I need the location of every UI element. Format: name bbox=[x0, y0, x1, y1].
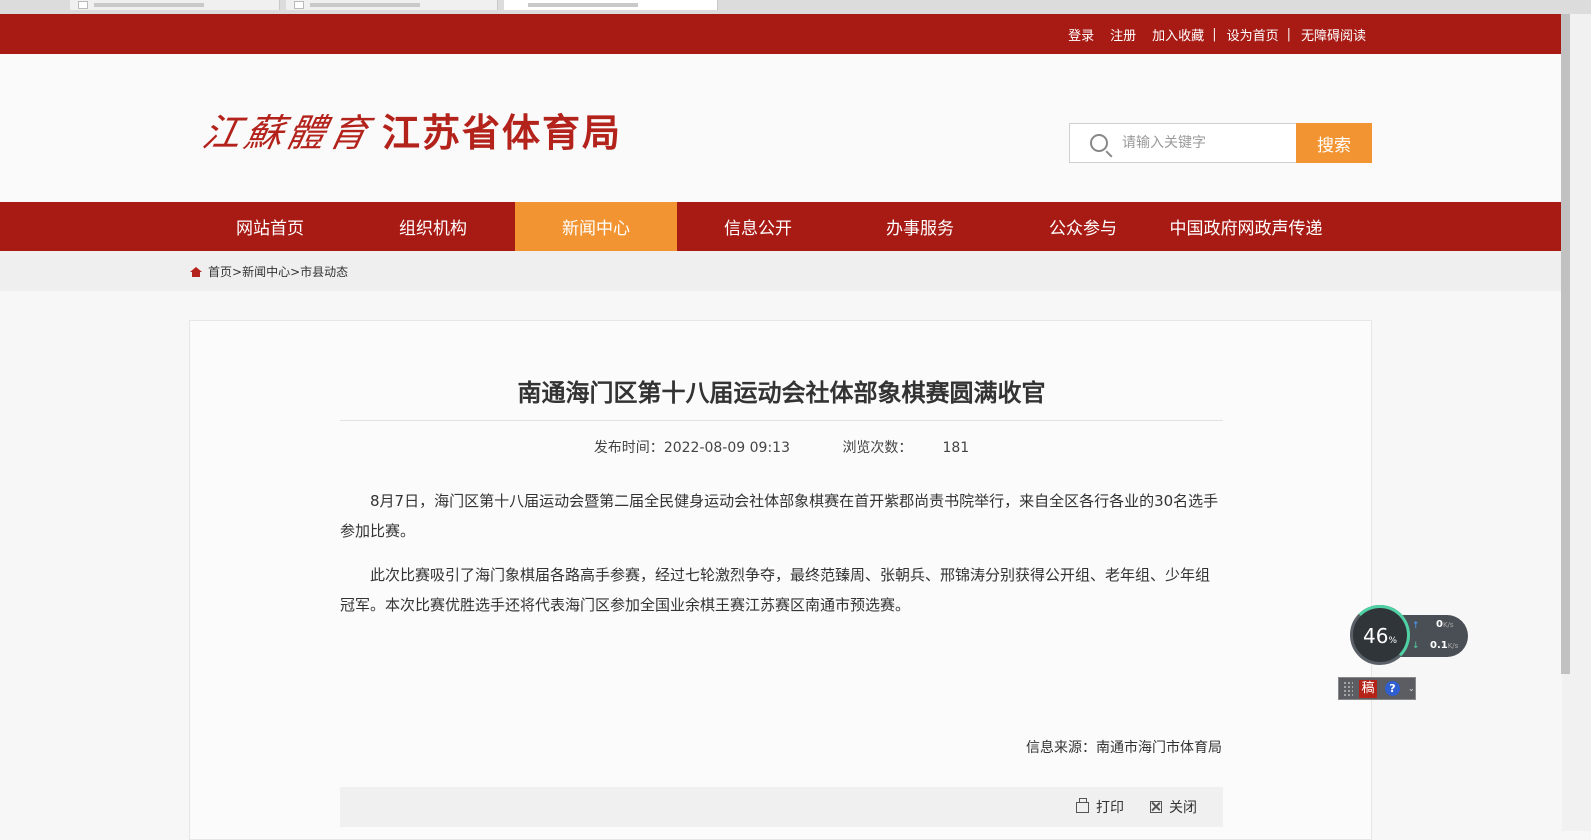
article-toolbar: 打印 关闭 bbox=[340, 787, 1223, 827]
browser-tab-strip bbox=[0, 0, 1591, 14]
nav-item-public-participation[interactable]: 公众参与 bbox=[1002, 202, 1164, 251]
browser-tab[interactable] bbox=[70, 0, 280, 10]
article-body: 8月7日，海门区第十八届运动会暨第二届全民健身运动会社体部象棋赛在首开紫郡尚责书… bbox=[340, 486, 1224, 634]
browser-tab-active[interactable] bbox=[504, 0, 718, 10]
ime-mode-icon[interactable]: 稿 bbox=[1359, 679, 1377, 698]
print-button[interactable]: 打印 bbox=[1076, 797, 1124, 817]
nav-item-organization[interactable]: 组织机构 bbox=[352, 202, 514, 251]
logo-calligraphy: 江蘇體育 bbox=[198, 110, 376, 155]
set-home-link[interactable]: 设为首页 bbox=[1227, 25, 1279, 44]
site-logo[interactable]: 江蘇體育 江苏省体育局 bbox=[199, 98, 623, 160]
source-label: 信息来源： bbox=[1026, 740, 1096, 756]
top-links: 登录 注册 加入收藏 | 设为首页 | 无障碍阅读 bbox=[1068, 14, 1366, 54]
close-button[interactable]: 关闭 bbox=[1150, 797, 1197, 817]
browser-tab[interactable] bbox=[286, 0, 498, 10]
upload-value: 0 bbox=[1436, 619, 1443, 630]
nav-item-services[interactable]: 办事服务 bbox=[839, 202, 1001, 251]
scrollbar-thumb[interactable] bbox=[1561, 14, 1570, 674]
view-count: 181 bbox=[942, 440, 970, 456]
nav-item-news-center[interactable]: 新闻中心 bbox=[515, 202, 677, 251]
breadcrumb-bar: 首页 > 新闻中心 > 市县动态 bbox=[0, 251, 1562, 291]
view-count-label: 浏览次数： bbox=[842, 440, 913, 456]
article-meta: 发布时间：2022-08-09 09:13 浏览次数： 181 bbox=[340, 437, 1223, 457]
close-label: 关闭 bbox=[1169, 800, 1197, 816]
memory-usage-percent: 46% bbox=[1353, 624, 1407, 648]
upload-speed: 0K/s bbox=[1436, 619, 1454, 630]
close-icon bbox=[1150, 801, 1162, 813]
upload-arrow-icon: ↑ bbox=[1412, 621, 1420, 631]
drag-grip-icon[interactable] bbox=[1343, 681, 1353, 696]
tab-title-placeholder bbox=[310, 3, 420, 7]
percent-unit: % bbox=[1388, 636, 1397, 646]
breadcrumb-news-center[interactable]: 新闻中心 bbox=[242, 263, 290, 280]
publish-time: 2022-08-09 09:13 bbox=[663, 440, 790, 456]
tab-favicon-icon bbox=[78, 1, 88, 9]
chevron-down-icon[interactable]: ⌄ bbox=[1408, 684, 1415, 693]
site-header: 江蘇體育 江苏省体育局 搜索 bbox=[0, 54, 1562, 202]
search-button[interactable]: 搜索 bbox=[1296, 123, 1372, 163]
source-value: 南通市海门市体育局 bbox=[1096, 740, 1222, 756]
download-value: 0.1 bbox=[1430, 640, 1448, 651]
breadcrumb-home[interactable]: 首页 bbox=[208, 263, 232, 280]
title-divider bbox=[340, 420, 1223, 421]
link-separator: | bbox=[1212, 26, 1217, 42]
main-nav: 网站首页 组织机构 新闻中心 信息公开 办事服务 公众参与 中国政府网政声传递 bbox=[0, 202, 1562, 251]
logo-text: 江苏省体育局 bbox=[382, 110, 623, 155]
article-card: 南通海门区第十八届运动会社体部象棋赛圆满收官 发布时间：2022-08-09 0… bbox=[189, 320, 1372, 840]
article-paragraph: 8月7日，海门区第十八届运动会暨第二届全民健身运动会社体部象棋赛在首开紫郡尚责书… bbox=[340, 492, 1219, 540]
search-box: 搜索 bbox=[1069, 123, 1372, 163]
download-speed: 0.1K/s bbox=[1430, 640, 1458, 651]
article-paragraph: 此次比赛吸引了海门象棋届各路高手参赛，经过七轮激烈争夺，最终范臻周、张朝兵、邢锦… bbox=[340, 566, 1211, 614]
search-input[interactable] bbox=[1122, 124, 1296, 162]
accessible-reading-link[interactable]: 无障碍阅读 bbox=[1301, 25, 1366, 44]
link-separator: | bbox=[1286, 26, 1291, 42]
download-arrow-icon: ↓ bbox=[1412, 641, 1420, 651]
breadcrumb-separator: > bbox=[290, 264, 301, 279]
speed-unit: K/s bbox=[1447, 642, 1459, 650]
ime-toolbar[interactable]: 稿 ? ⌄ bbox=[1338, 677, 1416, 700]
print-label: 打印 bbox=[1096, 800, 1124, 816]
help-icon[interactable]: ? bbox=[1385, 681, 1400, 696]
network-speed-widget[interactable]: 46% ↑ 0K/s ↓ 0.1K/s bbox=[1350, 605, 1468, 665]
breadcrumb-county-news[interactable]: 市县动态 bbox=[300, 263, 348, 280]
nav-item-info-disclosure[interactable]: 信息公开 bbox=[677, 202, 839, 251]
article-title: 南通海门区第十八届运动会社体部象棋赛圆满收官 bbox=[517, 379, 1046, 407]
memory-usage-gauge: 46% bbox=[1350, 605, 1410, 665]
home-icon bbox=[190, 266, 202, 277]
search-icon bbox=[1090, 134, 1108, 152]
login-link[interactable]: 登录 bbox=[1068, 25, 1094, 44]
speed-unit: K/s bbox=[1442, 621, 1454, 629]
article-source: 信息来源：南通市海门市体育局 bbox=[1026, 737, 1222, 757]
top-bar: 登录 注册 加入收藏 | 设为首页 | 无障碍阅读 bbox=[0, 14, 1562, 54]
tab-favicon-icon bbox=[294, 1, 304, 9]
bookmark-link[interactable]: 加入收藏 bbox=[1152, 25, 1204, 44]
register-link[interactable]: 注册 bbox=[1110, 25, 1136, 44]
publish-time-label: 发布时间： bbox=[593, 440, 664, 456]
printer-icon bbox=[1076, 797, 1089, 813]
tab-title-placeholder bbox=[94, 3, 204, 7]
nav-item-gov-voice[interactable]: 中国政府网政声传递 bbox=[1163, 202, 1329, 251]
nav-item-home[interactable]: 网站首页 bbox=[189, 202, 351, 251]
percent-value: 46 bbox=[1362, 624, 1389, 648]
breadcrumb-separator: > bbox=[232, 264, 243, 279]
breadcrumb: 首页 > 新闻中心 > 市县动态 bbox=[190, 263, 348, 280]
tab-title-placeholder bbox=[528, 3, 638, 7]
